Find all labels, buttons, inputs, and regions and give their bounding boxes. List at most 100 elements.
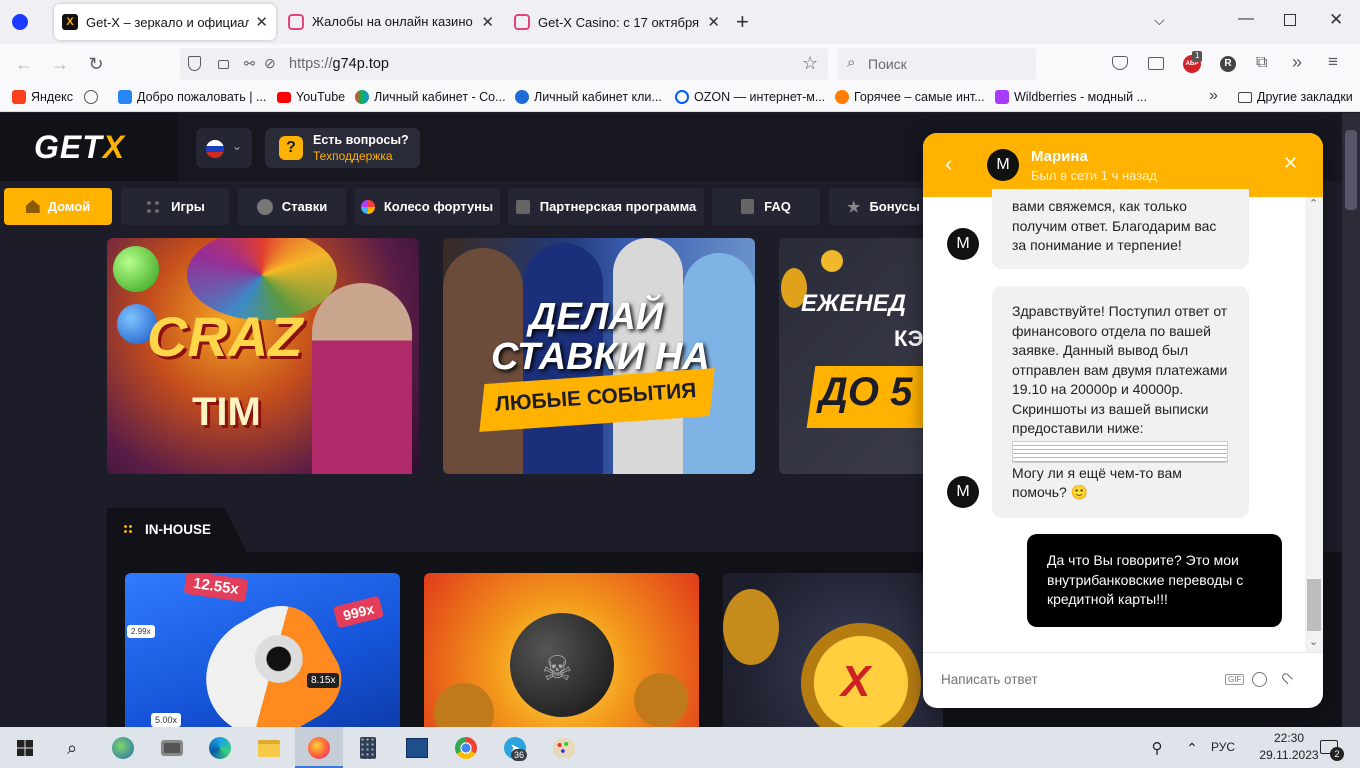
game-card-crash[interactable]: 12.55x 999x 2.99x 8.15x 5.00x [125,573,400,727]
bookmark-vk[interactable]: Добро пожаловать | ... [118,90,266,104]
url-scheme: https:// [289,56,333,72]
nav-partner[interactable]: Партнерская программа [508,188,704,225]
url-bar[interactable]: ⚯ ⊘ https://g74p.top ☆ [180,48,828,80]
game-card-coins[interactable]: X [723,573,943,727]
tab-complaints[interactable]: Жалобы на онлайн казино 🎰 ✕ [280,4,502,40]
bank-icon [515,90,529,104]
chat-scrollbar[interactable]: ⌃ ⌄ [1305,197,1323,652]
input-language[interactable]: РУС [1211,740,1235,754]
site-logo[interactable]: GETX [34,129,125,166]
bookmark-hot[interactable]: Горячее – самые инт... [835,90,985,104]
chat-reply-input[interactable] [941,665,1211,693]
gif-icon[interactable]: GIF [1225,674,1245,685]
shield-icon[interactable] [188,56,201,71]
emoji-icon[interactable] [1252,672,1267,687]
nav-home[interactable]: Домой [4,188,112,225]
tracking-off-icon[interactable]: ⊘ [264,55,276,72]
ozon-icon [675,90,689,104]
agent-avatar: M [987,149,1019,181]
profile-avatar[interactable]: R [1220,56,1236,72]
url-text[interactable]: https://g74p.top [289,56,389,72]
bookmark-star-icon[interactable]: ☆ [802,53,818,74]
paint-app-icon[interactable] [548,732,580,764]
chat-close-icon[interactable]: ✕ [1283,153,1298,174]
extensions-puzzle-icon[interactable]: ⧉ [1256,54,1267,72]
tab-getx-casino[interactable]: Get-X Casino: с 17 октября не п ✕ [506,4,728,40]
chrome-icon[interactable] [450,732,482,764]
chat-header: ‹ M Марина Был в сети 1 ч назад ✕ [923,133,1323,197]
permissions-icon[interactable]: ⚯ [244,56,255,72]
home-icon [25,200,40,213]
firefox-icon[interactable] [303,732,335,764]
calculator-icon[interactable] [352,732,384,764]
maximize-button[interactable] [1284,14,1296,26]
banner-bets[interactable]: ДЕЛАЙ СТАВКИ НА ЛЮБЫЕ СОБЫТИЯ [443,238,755,474]
banner-crazy-time[interactable]: CRAZ TIM [107,238,419,474]
globe-icon [84,90,98,104]
start-button[interactable] [9,732,41,764]
list-tabs-chevron-icon[interactable]: ⌵ [1154,12,1165,29]
bookmark-cabinet[interactable]: Личный кабинет - Со... [355,90,506,104]
back-arrow-icon[interactable]: ← [12,52,36,76]
windows-logo-icon [17,740,33,756]
nav-games[interactable]: Игры [121,188,229,225]
reload-icon[interactable]: ↻ [84,52,108,76]
paperclip-icon[interactable]: ⊂ [1275,666,1299,690]
new-tab-button[interactable]: + [736,9,749,35]
game-card-mines[interactable]: ☠ [424,573,699,727]
nav-bonuses[interactable]: ★ Бонусы [829,188,937,225]
edge-browser-icon[interactable] [204,732,236,764]
chat-scroll-thumb[interactable] [1307,579,1321,631]
pikabu-icon [835,90,849,104]
question-icon: ? [279,136,303,160]
clock-date[interactable]: 29.11.2023 [1250,748,1328,762]
close-tab-icon[interactable]: ✕ [707,13,720,31]
chat-scroll-down-icon[interactable]: ⌄ [1309,635,1318,648]
bookmark-wildberries[interactable]: Wildberries - модный ... [995,90,1147,104]
page-scroll-thumb[interactable] [1345,130,1357,210]
bookmark-yandex[interactable]: Яндекс [12,90,73,104]
firefox-view-icon[interactable] [12,14,28,30]
camera-app-icon[interactable] [156,732,188,764]
tab-getx[interactable]: X Get-X – зеркало и официальный ✕ [54,4,276,40]
nav-bets[interactable]: Ставки [238,188,346,225]
bookmark-globe[interactable] [84,90,103,104]
language-selector[interactable]: ⌄ [196,128,252,168]
search-input[interactable]: ⌕ Поиск [838,48,1036,80]
chat-scroll-up-icon[interactable]: ⌃ [1309,197,1318,210]
coin-graphic [634,673,688,727]
coin-graphic [723,589,779,665]
ball-graphic [113,246,159,292]
chat-back-arrow-icon[interactable]: ‹ [945,151,952,177]
tab-title: Жалобы на онлайн казино 🎰 [312,14,476,29]
bookmark-client-cabinet[interactable]: Личный кабинет кли... [515,90,662,104]
support-button[interactable]: ? Есть вопросы? Техподдержка [265,128,420,168]
nav-faq[interactable]: FAQ [712,188,820,225]
overflow-chevrons-icon[interactable]: » [1292,52,1302,73]
support-subtitle: Техподдержка [313,149,393,163]
close-window-button[interactable]: ✕ [1329,10,1343,30]
forward-arrow-icon[interactable]: → [48,52,72,76]
bookmarks-overflow-icon[interactable]: » [1209,87,1218,105]
star-icon: ★ [847,198,861,216]
tray-chevron-up-icon[interactable]: ⌃ [1176,732,1208,764]
search-taskbar-icon[interactable]: ⌕ [56,732,88,764]
hamburger-menu-icon[interactable]: ≡ [1328,52,1338,72]
other-bookmarks[interactable]: Другие закладки [1238,90,1353,104]
folder-icon [1238,91,1252,103]
clock-time[interactable]: 22:30 [1259,731,1319,745]
reader-icon[interactable] [1148,57,1164,70]
close-tab-icon[interactable]: ✕ [255,13,268,31]
chat-message-agent: вами свяжемся, как только получим ответ.… [992,189,1249,269]
bookmark-ozon[interactable]: OZON — интернет-м... [675,90,825,104]
earth-app-icon[interactable] [107,732,139,764]
people-icon[interactable]: ⚲ [1141,732,1173,764]
bank-statement-screenshot[interactable] [1012,440,1228,463]
close-tab-icon[interactable]: ✕ [481,13,494,31]
minimize-button[interactable]: — [1238,10,1254,28]
bookmark-youtube[interactable]: YouTube [277,90,345,104]
file-explorer-icon[interactable] [253,732,285,764]
nav-wheel[interactable]: Колесо фортуны [354,188,500,225]
lock-icon[interactable] [218,60,229,69]
terminal-app-icon[interactable] [401,732,433,764]
